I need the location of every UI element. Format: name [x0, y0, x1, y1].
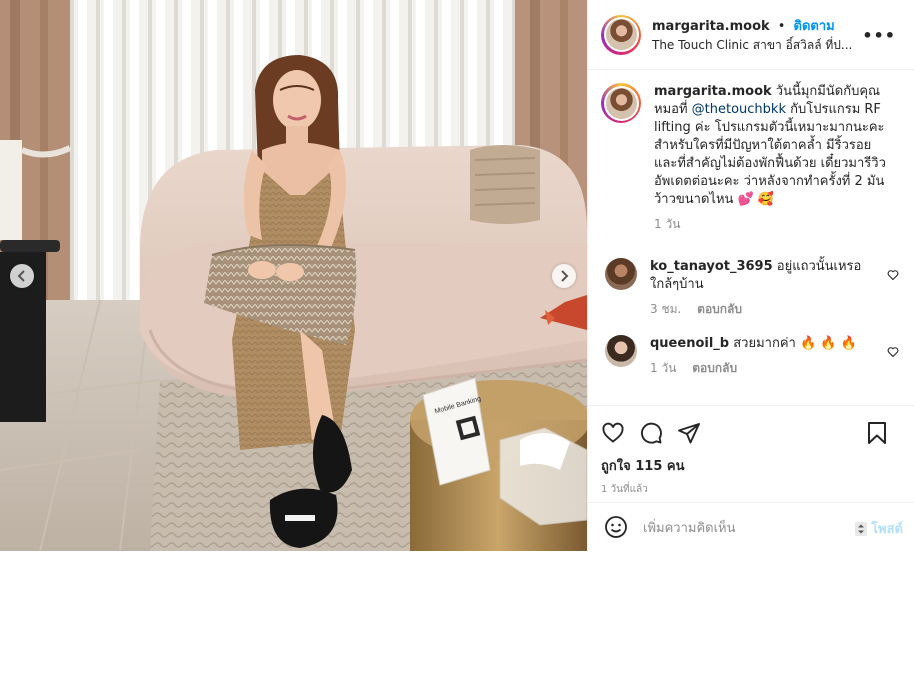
reply-button[interactable]: ตอบกลับ — [692, 361, 737, 375]
caption-username[interactable]: margarita.mook — [654, 84, 772, 99]
commenter-username[interactable]: ko_tanayot_3695 — [650, 259, 773, 274]
post-header: margarita.mook • ติดตาม The Touch Clinic… — [588, 0, 914, 70]
post-actions: ถูกใจ 115 คน 1 วันที่แล้ว — [588, 405, 914, 497]
commenter-username[interactable]: queenoil_b — [650, 336, 729, 351]
post-comment-button[interactable]: โพสต์ — [855, 518, 903, 539]
separator-dot: • — [777, 18, 786, 34]
two-hearts-emoji: 💕 — [737, 192, 754, 207]
author-username[interactable]: margarita.mook — [652, 19, 770, 34]
post-location[interactable]: The Touch Clinic สาขา อิ์สวิลล์ ที่ป... — [652, 36, 852, 54]
comment-item: queenoil_b สวยมากค่า 🔥 🔥 🔥 1 วัน ตอบกลับ — [601, 335, 901, 378]
fire-emoji: 🔥 🔥 🔥 — [799, 336, 857, 351]
carousel-prev-button[interactable] — [10, 264, 34, 288]
comment-input[interactable]: เพิ่มความคิดเห็น — [643, 517, 736, 538]
reply-button[interactable]: ตอบกลับ — [697, 302, 742, 316]
post-timestamp[interactable]: 1 วันที่แล้ว — [601, 482, 902, 497]
author-avatar[interactable] — [601, 14, 641, 55]
comments-section[interactable]: margarita.mook วันนี้มุกมีนัดกับคุณหมอที… — [588, 70, 914, 405]
post-photo[interactable]: Mobile Banking — [0, 0, 587, 551]
chevron-right-icon — [561, 270, 569, 282]
comment-like-button[interactable] — [887, 266, 899, 285]
comment-text: สวยมากค่า — [729, 336, 800, 351]
emoji-button[interactable] — [604, 515, 628, 539]
caption-time[interactable]: 1 วัน — [654, 217, 680, 231]
like-button[interactable] — [601, 421, 625, 445]
heart-icon — [887, 270, 899, 281]
comment-button[interactable] — [639, 421, 663, 445]
smiling-face-hearts-emoji: 🥰 — [757, 192, 775, 207]
comment-bubble-icon — [640, 422, 662, 444]
spinner-arrows-icon — [855, 521, 868, 536]
comment-time[interactable]: 3 ชม. — [650, 302, 681, 316]
carousel-next-button[interactable] — [552, 264, 576, 288]
share-button[interactable] — [677, 421, 701, 445]
comment-like-button[interactable] — [887, 343, 899, 362]
chevron-left-icon — [17, 270, 25, 282]
like-count[interactable]: ถูกใจ 115 คน — [601, 455, 902, 476]
comment-time[interactable]: 1 วัน — [650, 361, 676, 375]
bookmark-icon — [868, 422, 886, 444]
post-caption: margarita.mook วันนี้มุกมีนัดกับคุณหมอที… — [601, 83, 901, 234]
caption-avatar[interactable] — [601, 83, 641, 123]
smiley-icon — [605, 516, 627, 538]
instagram-post: Mobile Banking margarita.mook • ติดตาม T… — [0, 0, 914, 551]
post-button-label: โพสต์ — [871, 522, 903, 537]
post-side-panel: margarita.mook • ติดตาม The Touch Clinic… — [587, 0, 914, 551]
commenter-avatar[interactable] — [605, 335, 637, 367]
more-options-icon[interactable]: ••• — [862, 26, 896, 45]
paper-plane-icon — [678, 423, 700, 444]
photo-scene — [0, 0, 587, 551]
heart-icon — [887, 347, 899, 358]
caption-mention-link[interactable]: @thetouchbkk — [692, 102, 786, 117]
comment-item: ko_tanayot_3695 อยู่แถวนั้นเหรอ ใกล้ๆบ้า… — [601, 258, 901, 319]
save-button[interactable] — [866, 421, 888, 445]
heart-icon — [602, 422, 624, 443]
add-comment-bar: เพิ่มความคิดเห็น โพสต์ — [588, 502, 914, 551]
commenter-avatar[interactable] — [605, 258, 637, 290]
follow-button[interactable]: ติดตาม — [794, 19, 835, 34]
